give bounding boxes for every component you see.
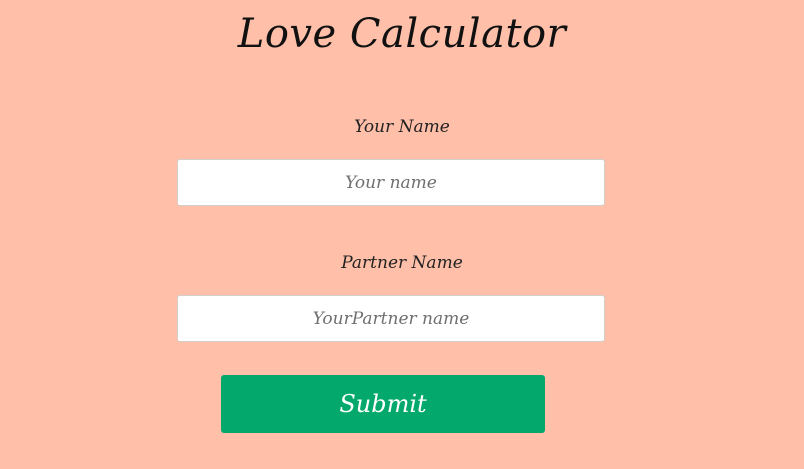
- partner-name-input[interactable]: [177, 295, 605, 342]
- your-name-input[interactable]: [177, 159, 605, 206]
- your-name-label: Your Name: [354, 117, 450, 137]
- submit-button[interactable]: Submit: [221, 375, 545, 433]
- page-title: Love Calculator: [237, 11, 567, 57]
- love-calculator-page: Love Calculator Your Name Partner Name S…: [0, 0, 804, 469]
- partner-name-label: Partner Name: [341, 253, 463, 273]
